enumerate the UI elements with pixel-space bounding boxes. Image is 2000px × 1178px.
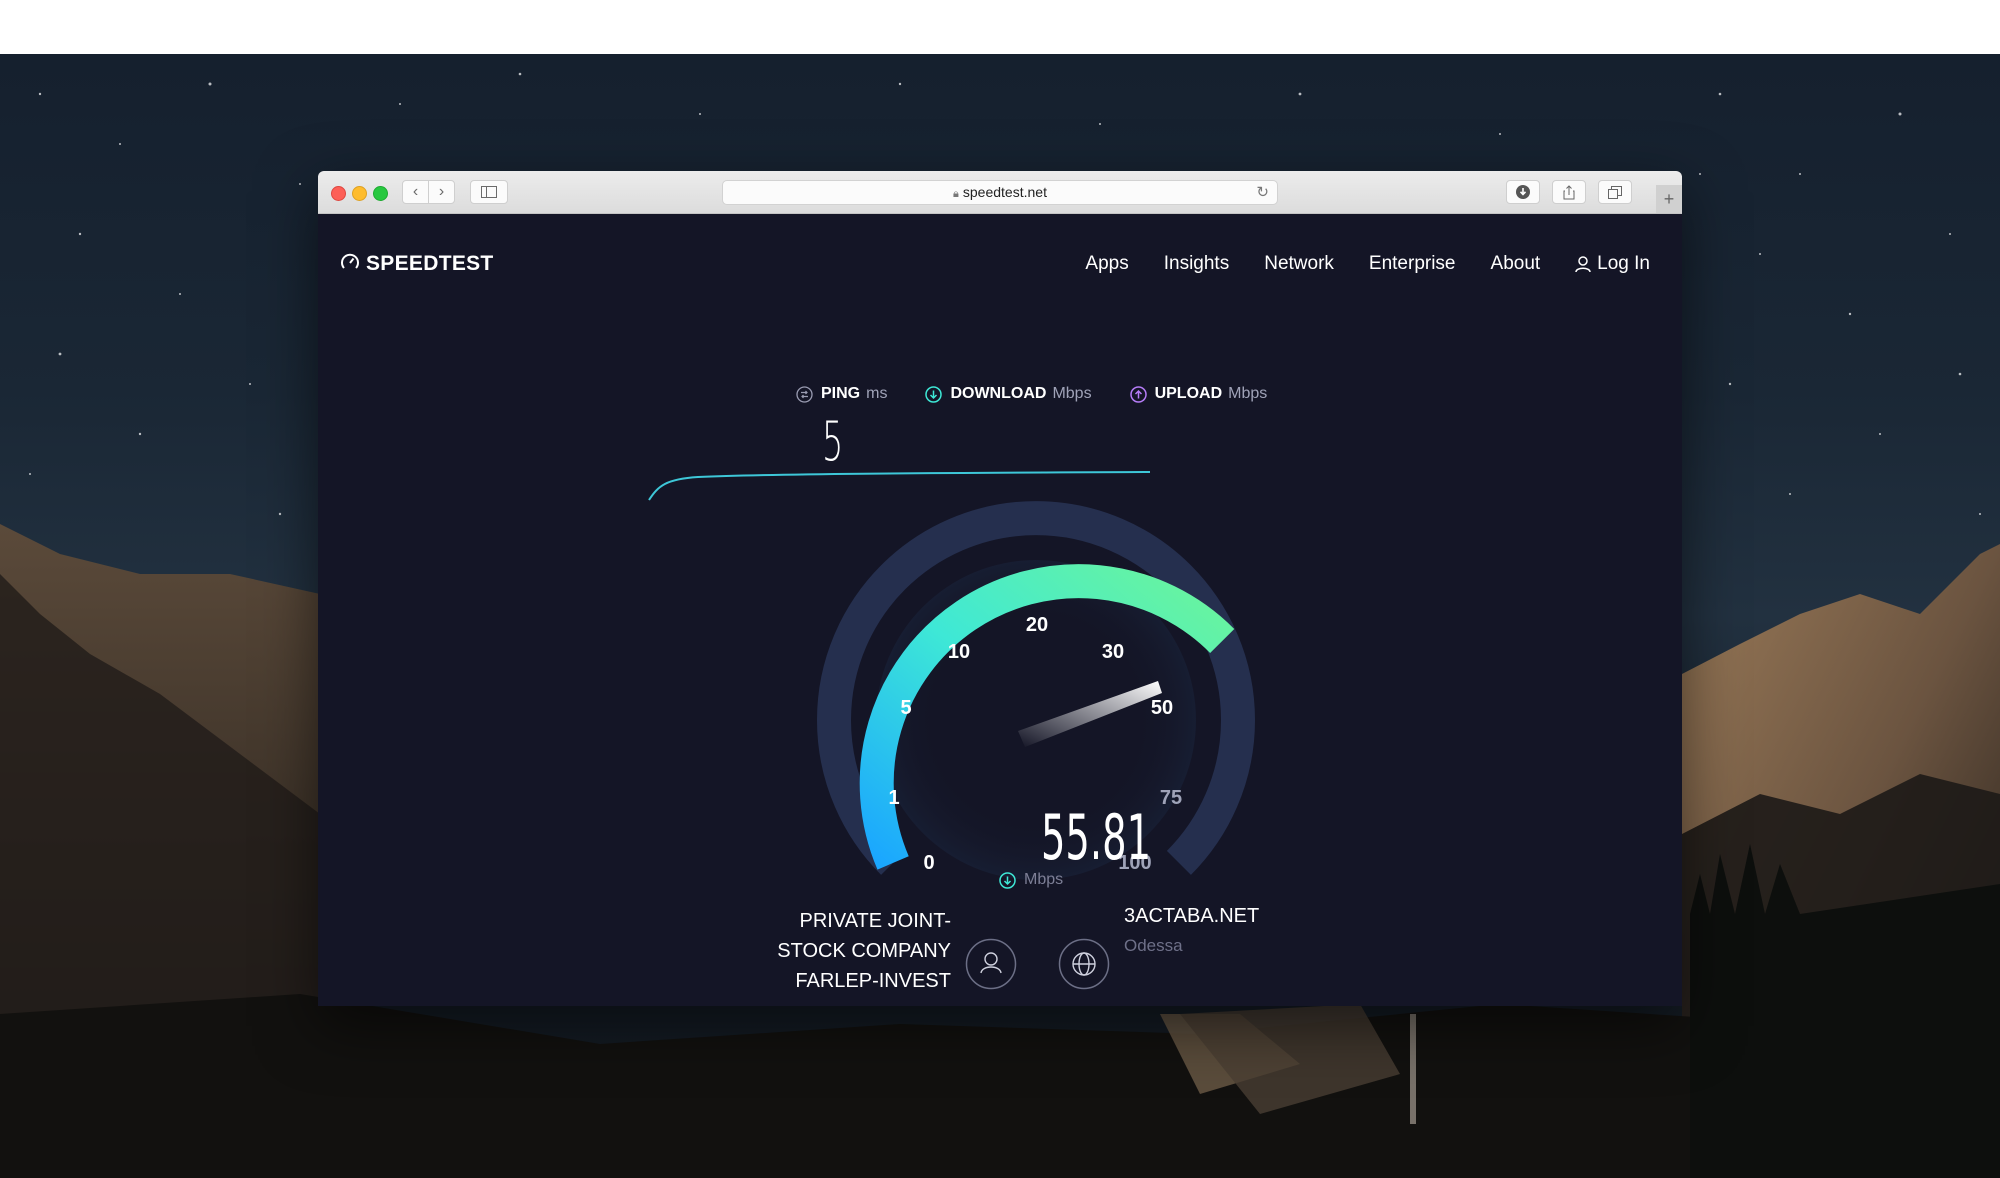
server-name[interactable]: 3ACTABA.NET: [1124, 905, 1259, 928]
current-speed-value: 55.81: [1040, 801, 1152, 874]
gauge-tick-75: 75: [1160, 787, 1182, 809]
browser-toolbar: ‹ › 🔒︎ speedtest.net ↻ +: [318, 171, 1682, 214]
sidebar-icon: [481, 186, 497, 198]
chevron-right-icon: ›: [438, 183, 445, 200]
downloads-button[interactable]: [1506, 180, 1540, 204]
minimize-window-button[interactable]: [352, 186, 367, 201]
browser-window: ‹ › 🔒︎ speedtest.net ↻ + SPEEDTEST Apps …: [318, 171, 1682, 1006]
gauge-tick-5: 5: [900, 697, 911, 719]
tabs-icon: [1608, 186, 1622, 199]
isp-name-line: PRIVATE JOINT-: [799, 910, 952, 932]
forward-button[interactable]: ›: [428, 180, 455, 204]
isp-name-line: FARLEP-INVEST: [795, 970, 951, 992]
server-globe-icon[interactable]: [1058, 938, 1110, 990]
sidebar-toggle-button[interactable]: [470, 180, 508, 204]
show-tabs-button[interactable]: [1598, 180, 1632, 204]
reload-icon[interactable]: ↻: [1256, 181, 1269, 204]
zoom-window-button[interactable]: [373, 186, 388, 201]
gauge-tick-50: 50: [1151, 697, 1173, 719]
isp-name-line: STOCK COMPANY: [777, 940, 951, 962]
isp-user-icon: [965, 938, 1017, 990]
download-icon: [1516, 185, 1530, 199]
plus-icon: +: [1663, 189, 1675, 209]
url-text: speedtest.net: [962, 184, 1047, 200]
speedtest-page: SPEEDTEST Apps Insights Network Enterpri…: [318, 214, 1682, 1006]
gauge-tick-1: 1: [888, 787, 899, 809]
speed-unit-label: Mbps: [1024, 871, 1064, 888]
share-button[interactable]: [1552, 180, 1586, 204]
chevron-left-icon: ‹: [412, 183, 419, 200]
gauge-tick-30: 30: [1102, 641, 1124, 663]
server-city: Odessa: [1124, 936, 1183, 955]
download-arrow-icon: [999, 871, 1016, 889]
current-speed-unit: Mbps: [999, 871, 1063, 889]
gauge-tick-20: 20: [1026, 614, 1048, 636]
back-button[interactable]: ‹: [402, 180, 429, 204]
isp-name: PRIVATE JOINT- STOCK COMPANY FARLEP-INVE…: [731, 906, 951, 996]
address-bar[interactable]: 🔒︎ speedtest.net ↻: [722, 180, 1278, 205]
share-icon: [1563, 185, 1575, 200]
close-window-button[interactable]: [331, 186, 346, 201]
gauge-tick-10: 10: [948, 641, 970, 663]
lock-icon: 🔒︎: [953, 188, 959, 200]
new-tab-button[interactable]: +: [1656, 185, 1682, 213]
gauge-tick-0: 0: [923, 852, 934, 874]
